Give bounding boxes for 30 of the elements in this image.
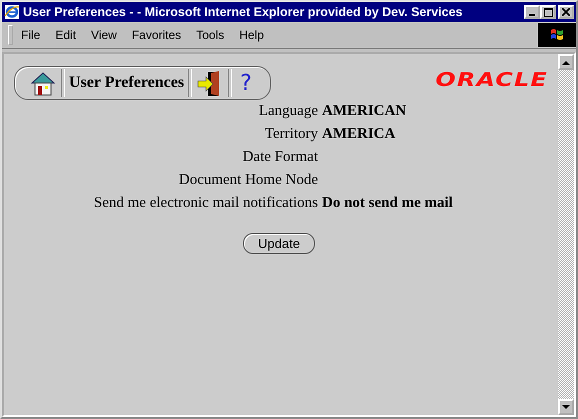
help-button[interactable]: ? [232,70,260,96]
field-value: Do not send me mail [322,194,454,213]
field-label: Date Format [242,148,318,167]
window-title: User Preferences - - Microsoft Internet Explorer provided by Dev. Services [23,5,464,19]
up-arrow-icon [562,60,570,64]
oracle-logo: ORACLE [436,69,548,91]
page-title: User Preferences [68,74,186,92]
field-label: Language [258,102,318,121]
field-label: Document Home Node [178,171,318,190]
update-button[interactable]: Update [243,233,315,254]
browser-logo-icon [4,4,20,20]
menu-item[interactable]: Tools [196,28,224,42]
maximize-icon [544,8,552,16]
scroll-up-button[interactable] [558,54,574,70]
field-label: Territory [264,125,318,144]
maximize-button[interactable] [540,5,556,19]
scroll-down-button[interactable] [558,399,574,415]
menu-item[interactable]: Help [239,28,264,42]
down-arrow-icon [562,404,570,410]
windows-logo-icon [538,23,576,47]
minimize-button[interactable] [524,5,540,19]
field-label: Send me electronic mail notifications [92,194,318,213]
menu-item[interactable]: Edit [55,28,76,42]
menu-item[interactable]: Favorites [132,28,182,42]
menu-item[interactable]: File [21,28,40,42]
field-value: AMERICA [322,125,396,144]
menu-item[interactable]: View [91,28,117,42]
field-value: AMERICAN [322,102,408,121]
close-button[interactable] [558,5,574,19]
close-icon [562,8,570,16]
